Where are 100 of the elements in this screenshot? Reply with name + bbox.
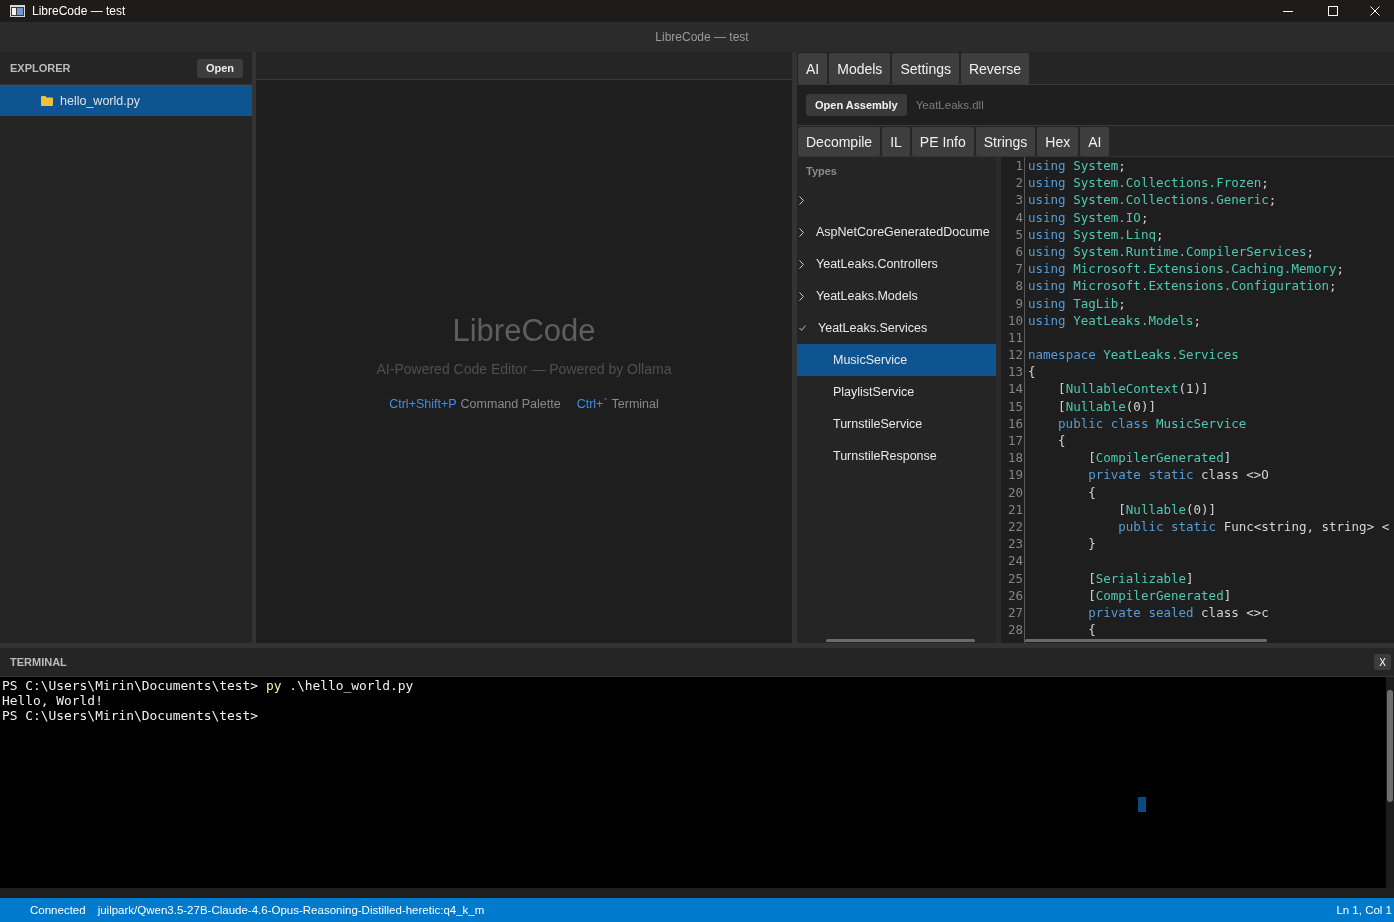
line-number: 19 bbox=[1007, 466, 1023, 484]
cursor-position: Ln 1, Col 1 bbox=[1336, 904, 1392, 916]
minimize-icon bbox=[1282, 10, 1293, 12]
line-number: 7 bbox=[1015, 260, 1023, 278]
line-number: 24 bbox=[1007, 552, 1023, 570]
shortcut-keys: Ctrl+Shift+P bbox=[389, 396, 457, 411]
code-line: { bbox=[1088, 621, 1096, 639]
code-line: private sealed class <>c bbox=[1088, 603, 1269, 622]
close-icon bbox=[1369, 6, 1380, 16]
code-line: using System.Collections.Generic; bbox=[1028, 191, 1277, 209]
shortcut-label: Terminal bbox=[611, 396, 659, 411]
open-assembly-button[interactable]: Open Assembly bbox=[806, 94, 907, 116]
terminal-line: Hello, World! bbox=[2, 693, 103, 708]
panel-title: EXPLORER bbox=[10, 62, 71, 74]
line-number: 28 bbox=[1007, 621, 1023, 639]
line-number: 11 bbox=[1007, 328, 1023, 347]
line-number: 9 bbox=[1015, 294, 1023, 312]
line-number: 16 bbox=[1007, 414, 1023, 432]
shortcut-label: Command Palette bbox=[460, 396, 561, 411]
app-title: LibreCode — test bbox=[654, 30, 749, 44]
tree-item[interactable]: AspNetCoreGeneratedDocume bbox=[797, 216, 996, 248]
tree-item[interactable]: YeatLeaks.Services bbox=[797, 312, 996, 344]
panel-tab[interactable]: AI bbox=[798, 53, 828, 84]
horizontal-scrollbar[interactable] bbox=[1025, 639, 1267, 642]
line-number: 6 bbox=[1015, 242, 1023, 261]
code-line: using System.Runtime.CompilerServices; bbox=[1028, 242, 1314, 261]
code-line: public static Func<string, string> < bbox=[1118, 517, 1390, 536]
view-tab[interactable]: AI bbox=[1080, 127, 1110, 156]
code-line: using YeatLeaks.Models; bbox=[1028, 311, 1202, 329]
line-number: 8 bbox=[1015, 277, 1023, 295]
app-icon bbox=[10, 5, 25, 17]
tree-item[interactable]: MusicService bbox=[797, 344, 996, 376]
code-line: using Microsoft.Extensions.Configuration; bbox=[1028, 277, 1337, 295]
code-line: [CompilerGenerated] bbox=[1088, 449, 1232, 467]
window-title: LibreCode — test bbox=[32, 4, 126, 18]
tree-item[interactable]: TurnstileService bbox=[797, 408, 996, 440]
code-line: [NullableContext(1)] bbox=[1058, 380, 1209, 398]
view-tab[interactable]: Hex bbox=[1037, 127, 1079, 156]
view-tab[interactable]: Strings bbox=[975, 127, 1036, 156]
line-number: 25 bbox=[1007, 569, 1023, 587]
line-number: 10 bbox=[1007, 311, 1023, 329]
terminal-line: PS C:\Users\Mirin\Documents\test> py .\hello_world.py bbox=[2, 678, 414, 693]
code-line: using System.Collections.Frozen; bbox=[1028, 174, 1269, 192]
line-number: 12 bbox=[1007, 346, 1023, 364]
view-tab[interactable]: PE Info bbox=[911, 127, 974, 156]
code-line: using System.Linq; bbox=[1028, 225, 1164, 243]
close-button[interactable]: X bbox=[1374, 654, 1391, 670]
line-number: 4 bbox=[1015, 208, 1023, 226]
line-number: 23 bbox=[1007, 535, 1023, 553]
line-number: 27 bbox=[1007, 603, 1023, 622]
code-line: using Microsoft.Extensions.Caching.Memory; bbox=[1028, 260, 1345, 278]
line-number: 14 bbox=[1007, 380, 1023, 398]
code-line: [Serializable] bbox=[1088, 569, 1194, 587]
cursor-icon bbox=[1138, 797, 1146, 812]
code-line: using System; bbox=[1028, 157, 1126, 175]
code-line: [Nullable(0)] bbox=[1118, 500, 1217, 518]
line-number: 5 bbox=[1015, 225, 1023, 243]
welcome-title: LibreCode bbox=[452, 312, 596, 349]
code-line: private static class <>O bbox=[1088, 466, 1269, 484]
tree-item[interactable]: PlaylistService bbox=[797, 376, 996, 408]
model-name: juilpark/Qwen3.5-27B-Claude-4.6-Opus-Reasoning-Distilled-heretic:q4_k_m bbox=[97, 904, 485, 916]
code-line: { bbox=[1028, 363, 1036, 381]
line-number: 18 bbox=[1007, 449, 1023, 467]
code-line: [Nullable(0)] bbox=[1058, 397, 1156, 415]
section-title: Types bbox=[805, 163, 838, 179]
tree-item[interactable]: YeatLeaks.Controllers bbox=[797, 248, 996, 280]
code-line: { bbox=[1058, 432, 1066, 450]
file-item[interactable]: hello_world.py bbox=[0, 85, 252, 116]
tree-item[interactable]: TurnstileResponse bbox=[797, 440, 996, 472]
line-number: 17 bbox=[1007, 432, 1023, 450]
panel-tab[interactable]: Reverse bbox=[960, 53, 1030, 84]
connection-status: Connected bbox=[30, 904, 86, 916]
code-line: using TagLib; bbox=[1028, 294, 1126, 312]
line-number: 21 bbox=[1007, 500, 1023, 518]
line-number: 26 bbox=[1007, 586, 1023, 604]
panel-tab[interactable]: Models bbox=[829, 53, 891, 84]
view-tab[interactable]: IL bbox=[882, 127, 910, 156]
assembly-name: YeatLeaks.dll bbox=[915, 99, 984, 111]
maximize-icon bbox=[1327, 6, 1338, 16]
terminal-line: PS C:\Users\Mirin\Documents\test> bbox=[2, 708, 259, 723]
panel-title: TERMINAL bbox=[10, 656, 67, 668]
line-number: 3 bbox=[1015, 191, 1023, 209]
line-number: 20 bbox=[1007, 483, 1023, 501]
view-tab[interactable]: Decompile bbox=[798, 127, 881, 156]
folder-icon bbox=[41, 95, 53, 106]
line-number: 15 bbox=[1007, 397, 1023, 415]
line-number: 13 bbox=[1007, 363, 1023, 381]
vertical-scrollbar[interactable] bbox=[1386, 677, 1394, 888]
tree-item[interactable]: YeatLeaks.Models bbox=[797, 280, 996, 312]
shortcut-keys: Ctrl+` bbox=[576, 396, 608, 411]
line-number: 22 bbox=[1007, 517, 1023, 536]
code-line: namespace YeatLeaks.Services bbox=[1028, 346, 1239, 364]
open-button[interactable]: Open bbox=[196, 58, 243, 78]
line-number: 1 bbox=[1015, 157, 1023, 175]
code-line: using System.IO; bbox=[1028, 208, 1149, 226]
code-line: public class MusicService bbox=[1058, 414, 1247, 432]
panel-tab[interactable]: Settings bbox=[892, 53, 959, 84]
horizontal-scrollbar[interactable] bbox=[826, 639, 975, 642]
code-line: { bbox=[1088, 483, 1096, 501]
line-number: 2 bbox=[1015, 174, 1023, 192]
